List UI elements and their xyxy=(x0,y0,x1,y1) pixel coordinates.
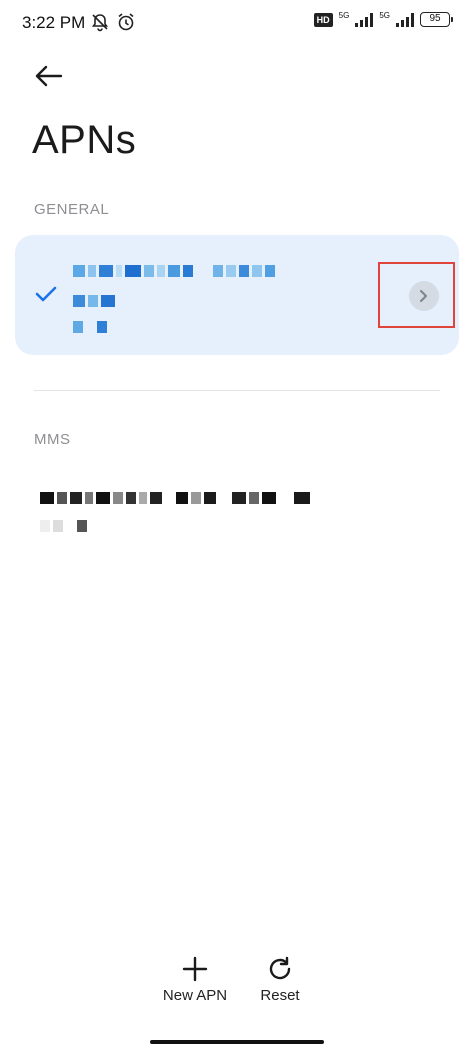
network-type-1: 5G xyxy=(338,11,350,20)
refresh-icon xyxy=(269,956,291,980)
apn-settings-screen: 3:22 PM HD 5G 5G 95 APNs GENERAL MMS New… xyxy=(0,0,474,1053)
bottom-action-bar: New APN Reset xyxy=(0,955,474,1015)
section-header-general: GENERAL xyxy=(34,201,110,218)
new-apn-button[interactable]: New APN xyxy=(160,955,230,1004)
mms-apn-detail-redacted xyxy=(40,520,87,532)
check-icon xyxy=(35,286,57,302)
battery-indicator: 95 xyxy=(420,12,453,27)
status-bar: 3:22 PM HD 5G 5G 95 xyxy=(0,0,474,46)
apn-detail-redacted-2 xyxy=(73,321,107,333)
mms-apn-name-redacted xyxy=(40,492,310,504)
status-time: 3:22 PM xyxy=(22,13,86,32)
hd-voice-badge: HD xyxy=(313,12,333,27)
new-apn-label: New APN xyxy=(162,987,228,1004)
reset-label: Reset xyxy=(260,987,300,1004)
apn-item-selected[interactable] xyxy=(15,235,459,355)
apn-item-mms[interactable] xyxy=(0,480,474,540)
section-header-mms: MMS xyxy=(34,431,71,448)
apn-name-redacted xyxy=(73,265,275,277)
alarm-icon xyxy=(118,13,134,31)
notifications-off-icon xyxy=(91,14,109,32)
apn-details-button[interactable] xyxy=(409,281,439,311)
back-button[interactable] xyxy=(28,58,68,94)
plus-icon xyxy=(182,956,208,982)
reset-button[interactable]: Reset xyxy=(250,955,310,1004)
home-indicator[interactable] xyxy=(150,1040,324,1044)
apn-detail-redacted-1 xyxy=(73,295,115,307)
page-title: APNs xyxy=(32,118,137,162)
network-type-2: 5G xyxy=(379,11,390,20)
section-divider xyxy=(34,390,440,391)
chevron-right-icon xyxy=(419,289,428,303)
signal-strength-icon xyxy=(355,12,374,27)
signal-strength-2-icon xyxy=(396,12,414,27)
arrow-left-icon xyxy=(35,65,63,87)
